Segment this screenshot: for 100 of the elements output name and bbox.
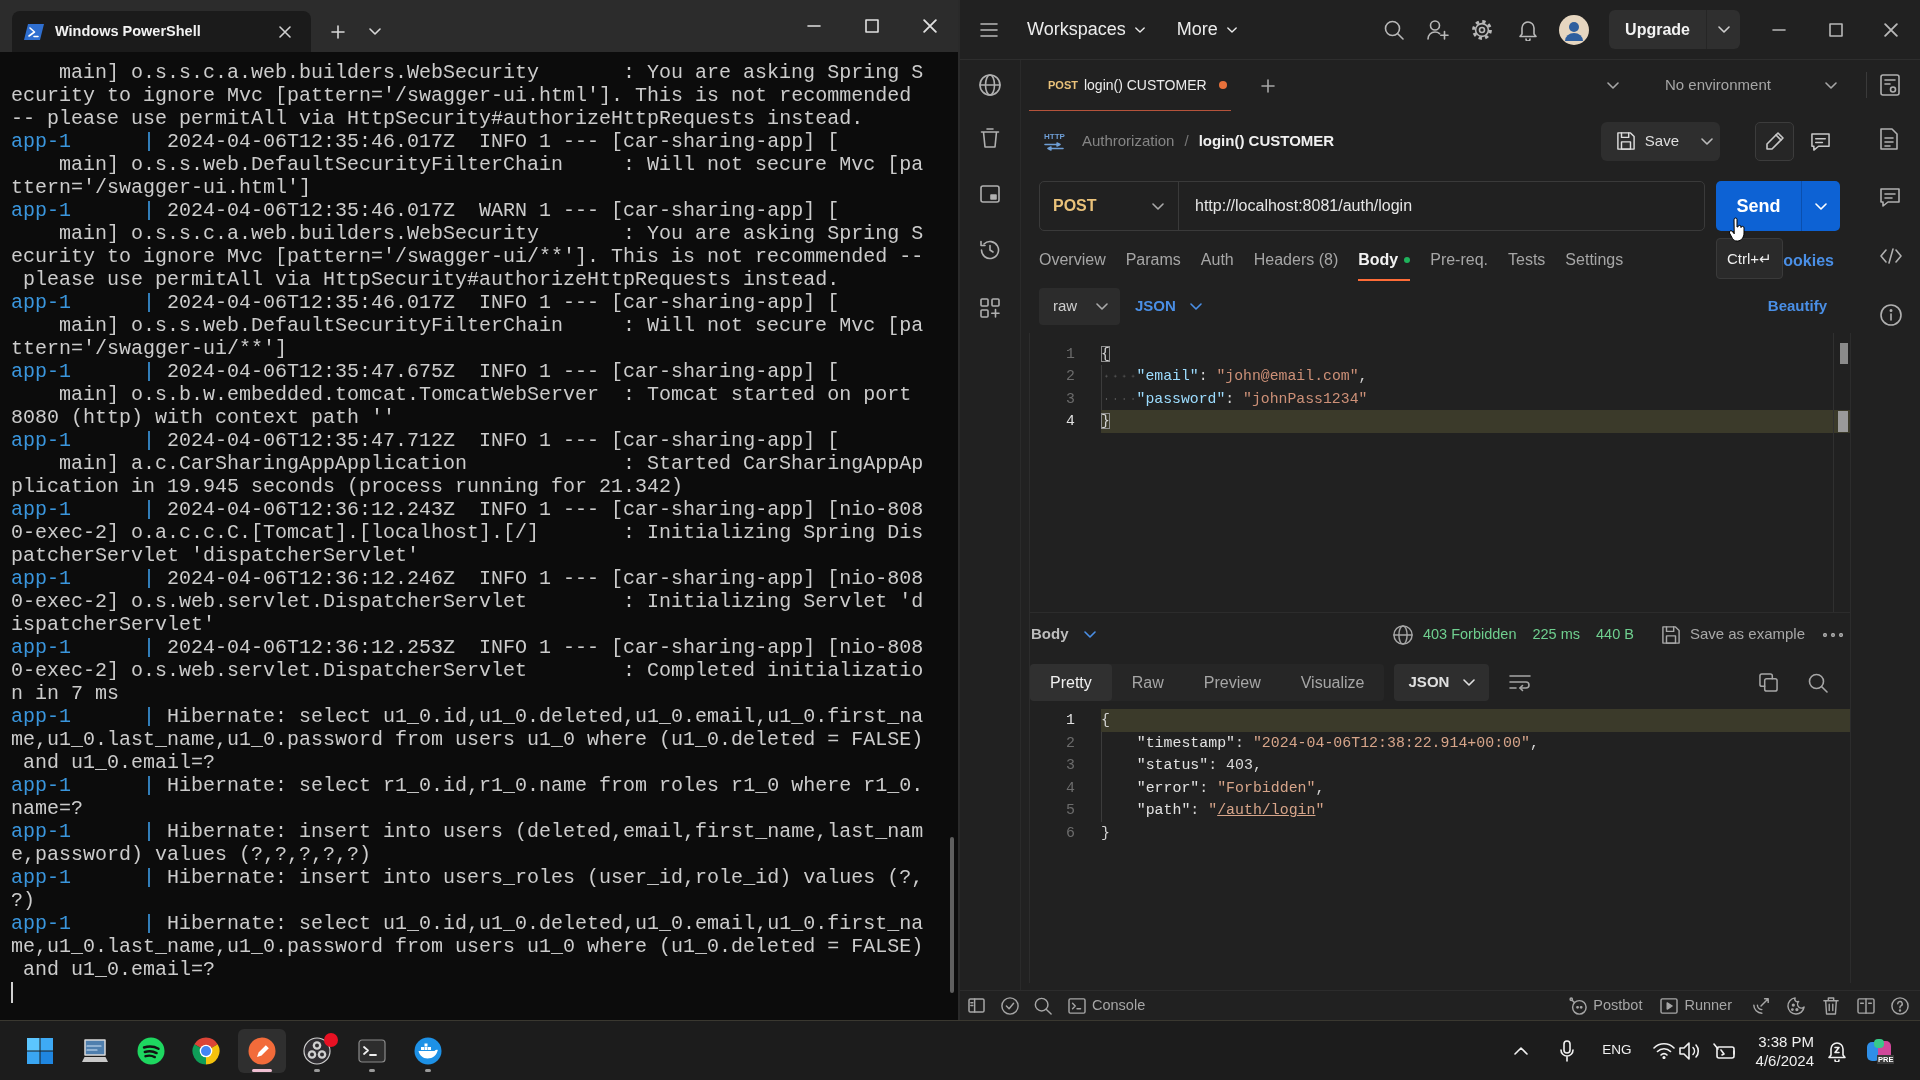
request-section-tab[interactable]: Auth: [1200, 240, 1234, 281]
scrollbar-thumb[interactable]: [1840, 343, 1848, 364]
globe-icon[interactable]: [979, 74, 1001, 96]
response-view-dropdown[interactable]: Body: [1031, 623, 1096, 646]
runner-button[interactable]: Runner: [1660, 994, 1732, 1017]
wifi-icon[interactable]: [1652, 1042, 1675, 1059]
close-icon[interactable]: [1884, 22, 1898, 37]
request-section-tab[interactable]: Settings: [1565, 240, 1624, 281]
response-view-tab[interactable]: Visualize: [1280, 664, 1385, 701]
add-user-icon[interactable]: [1427, 19, 1450, 40]
check-circle-icon[interactable]: [1001, 996, 1019, 1015]
add-grid-icon[interactable]: [980, 297, 1000, 318]
settings-icon[interactable]: [1471, 18, 1494, 41]
search-icon[interactable]: [1384, 19, 1405, 40]
log-text: and u1_0.email=?: [23, 958, 216, 981]
request-section-tab[interactable]: Body: [1358, 240, 1411, 281]
line-number: 1: [1065, 711, 1075, 730]
clock-time[interactable]: 3:38 PM: [1758, 1031, 1814, 1051]
request-section-tab[interactable]: Overview: [1039, 240, 1106, 281]
service-prefix: app-1 |: [11, 291, 156, 314]
send-button[interactable]: Send: [1716, 181, 1801, 231]
menu-icon[interactable]: [980, 22, 998, 37]
document-icon[interactable]: [1880, 128, 1898, 150]
do-not-disturb-icon[interactable]: [1827, 1039, 1847, 1062]
language-indicator[interactable]: ENG: [1602, 1040, 1632, 1061]
microphone-icon[interactable]: [1560, 1039, 1575, 1062]
speaker-icon[interactable]: [1678, 1041, 1701, 1060]
request-tab[interactable]: POST login() CUSTOMER: [1029, 60, 1231, 111]
response-view-tab[interactable]: Raw: [1111, 664, 1184, 701]
response-format-dropdown[interactable]: JSON: [1394, 664, 1490, 701]
matched-bracket: {: [1101, 346, 1110, 362]
request-section-tab[interactable]: Headers (8): [1253, 240, 1339, 281]
maximize-icon[interactable]: [1829, 22, 1843, 37]
help-icon[interactable]: [1891, 996, 1909, 1015]
body-format-dropdown[interactable]: JSON: [1135, 295, 1202, 318]
header-menu[interactable]: More: [1176, 16, 1237, 43]
console-button[interactable]: Console: [1068, 994, 1146, 1017]
line-number: 3: [1065, 756, 1075, 775]
postbot-button[interactable]: Postbot: [1569, 994, 1643, 1017]
service-prefix: app-1 |: [11, 130, 156, 153]
code-icon[interactable]: [1880, 248, 1902, 264]
url-field[interactable]: http://localhost:8081/auth/login: [1179, 182, 1704, 230]
chevron-down-icon[interactable]: [1607, 82, 1619, 89]
save-button[interactable]: Save: [1600, 121, 1693, 161]
search-icon[interactable]: [1034, 996, 1052, 1015]
wrap-lines-icon[interactable]: [1509, 673, 1532, 692]
info-icon[interactable]: [1880, 304, 1902, 326]
maximize-icon[interactable]: [865, 19, 879, 33]
two-pane-icon[interactable]: [1857, 997, 1875, 1014]
response-view-tab[interactable]: Preview: [1183, 664, 1281, 701]
beautify-button[interactable]: Beautify: [1767, 295, 1827, 318]
chevron-down-icon[interactable]: [369, 28, 381, 35]
terminal-tab[interactable]: Windows PowerShell: [12, 11, 311, 52]
cookies-link[interactable]: ookies: [1783, 248, 1834, 273]
log-text: main] o.s.s.c.a.web.builders.WebSecurity : You are asking Spring S: [59, 61, 924, 84]
collection-link[interactable]: Authrorization: [1081, 129, 1175, 153]
document-view-icon[interactable]: [1880, 74, 1900, 96]
taskbar-button[interactable]: [237, 1028, 286, 1073]
sidebar-toggle-icon[interactable]: [968, 998, 985, 1013]
comment-icon[interactable]: [1880, 187, 1900, 207]
trash-icon[interactable]: [1823, 996, 1839, 1015]
code-line: {: [1101, 711, 1110, 730]
clock-date[interactable]: 4/6/2024: [1755, 1050, 1814, 1070]
more-icon[interactable]: [1823, 632, 1843, 637]
history-icon[interactable]: [979, 239, 1001, 261]
save-options-button[interactable]: [1693, 121, 1720, 161]
new-tab-icon[interactable]: [331, 24, 345, 39]
minimize-icon[interactable]: [1772, 28, 1786, 31]
avatar[interactable]: [1559, 14, 1590, 45]
path-link[interactable]: /auth/login: [1217, 802, 1316, 818]
environment-dropdown[interactable]: No environment: [1655, 60, 1851, 111]
upgrade-button[interactable]: Upgrade: [1609, 10, 1706, 49]
close-icon[interactable]: [923, 19, 937, 33]
chevron-up-icon[interactable]: [1514, 1046, 1529, 1055]
copy-icon[interactable]: [1759, 673, 1778, 692]
globe-icon[interactable]: [1392, 624, 1413, 645]
window-icon[interactable]: [980, 185, 1000, 203]
bin-icon[interactable]: [980, 128, 1000, 148]
scrollbar-thumb[interactable]: [950, 837, 954, 993]
close-tab-icon[interactable]: [279, 25, 291, 38]
save-example-button[interactable]: Save as example: [1661, 623, 1805, 646]
request-url-bar[interactable]: POST http://localhost:8081/auth/login: [1039, 181, 1705, 231]
request-section-tab[interactable]: Tests: [1508, 240, 1546, 281]
copilot-icon[interactable]: [1866, 1037, 1892, 1064]
upgrade-options-button[interactable]: [1706, 10, 1740, 49]
search-icon[interactable]: [1808, 672, 1828, 693]
new-tab-icon[interactable]: [1260, 78, 1275, 93]
laptop-icon: [81, 1037, 110, 1064]
battery-icon[interactable]: [1712, 1042, 1737, 1059]
header-menu[interactable]: Workspaces: [1027, 16, 1145, 43]
body-mode-dropdown[interactable]: raw: [1039, 288, 1120, 325]
response-view-tab[interactable]: Pretty: [1030, 664, 1112, 701]
request-section-tab[interactable]: Pre-req.: [1430, 240, 1488, 281]
bell-icon[interactable]: [1518, 18, 1539, 41]
method-dropdown[interactable]: POST: [1040, 182, 1179, 230]
signal-arrow-icon[interactable]: [1752, 996, 1770, 1015]
log-text: Hibernate: select r1_0.id,r1_0.name from roles r1_0 where r1_0.: [167, 774, 924, 797]
request-section-tab[interactable]: Params: [1125, 240, 1181, 281]
edit-button[interactable]: [1755, 121, 1794, 161]
cookie-icon[interactable]: [1787, 996, 1805, 1015]
